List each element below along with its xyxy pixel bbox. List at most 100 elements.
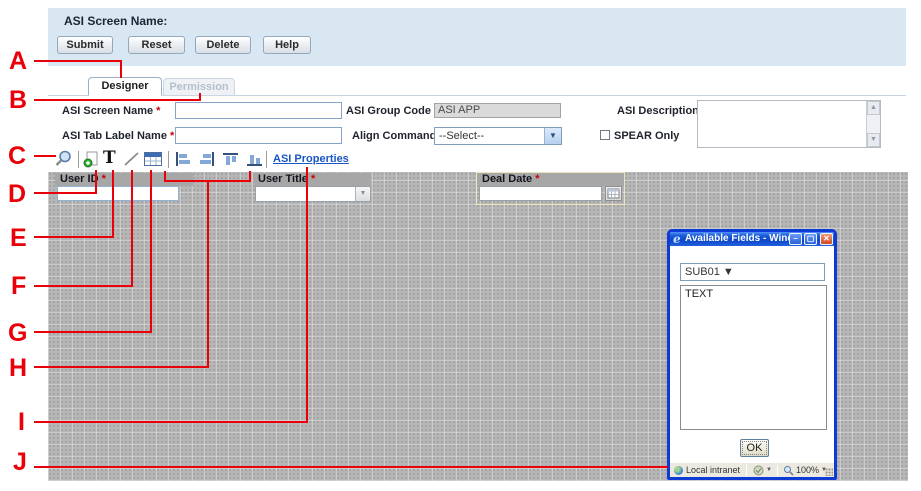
annotation-line-d: [34, 192, 97, 194]
annotation-line-h: [207, 181, 209, 368]
spear-only-label: SPEAR Only: [614, 130, 679, 142]
annotation-letter-f: F: [11, 272, 26, 301]
asi-properties-link[interactable]: ASI Properties: [273, 153, 349, 165]
zoom-level-icon[interactable]: [783, 465, 794, 476]
page-title: ASI Screen Name:: [64, 14, 167, 28]
annotation-line-h: [34, 366, 209, 368]
chevron-down-icon[interactable]: ▼: [544, 128, 561, 144]
canvas-field-label-user-title: User Title *: [253, 173, 371, 186]
toolbar-separator: [168, 151, 169, 168]
tab-designer[interactable]: Designer: [88, 77, 162, 96]
scroll-up-icon[interactable]: ▲: [867, 101, 880, 115]
annotation-letter-c: C: [8, 142, 26, 171]
annotation-line-h: [164, 171, 166, 181]
protected-mode-icon[interactable]: [753, 465, 764, 476]
available-fields-dropdown[interactable]: SUB01 ▼: [680, 263, 825, 281]
description-label: ASI Description: [617, 105, 699, 117]
annotation-line-h: [164, 180, 251, 182]
toolbar-separator: [78, 151, 79, 168]
zoom-icon[interactable]: [54, 149, 73, 168]
help-button[interactable]: Help: [263, 36, 311, 54]
statusbar-separator: [746, 465, 747, 476]
header-bar: ASI Screen Name: Submit Reset Delete Hel…: [48, 8, 906, 66]
annotation-letter-g: G: [8, 319, 27, 348]
reset-button[interactable]: Reset: [128, 36, 185, 54]
popup-title-bar[interactable]: e Available Fields - Wind... – ▢ ✕: [670, 232, 834, 246]
table-tool-icon[interactable]: [144, 152, 162, 166]
tab-label-name-input[interactable]: [175, 127, 342, 144]
tab-label-name-label: ASI Tab Label Name *: [62, 130, 174, 142]
canvas-user-title-select[interactable]: ▼: [255, 186, 371, 202]
chevron-down-icon[interactable]: ▼: [723, 266, 734, 278]
annotation-line-f: [34, 285, 133, 287]
align-command-label: Align Command: [352, 130, 436, 142]
screen-name-input[interactable]: [175, 102, 342, 119]
close-button[interactable]: ✕: [820, 233, 833, 245]
spear-only-checkbox[interactable]: [600, 130, 610, 140]
minimize-button[interactable]: –: [789, 233, 802, 245]
internet-explorer-icon: e: [673, 232, 681, 246]
dropdown-value: SUB01: [685, 266, 720, 278]
annotation-line-g: [150, 170, 152, 333]
zone-label: Local intranet: [686, 465, 740, 475]
zoom-level-value[interactable]: 100%: [796, 465, 819, 475]
align-top-icon[interactable]: [223, 152, 238, 167]
annotation-line-g: [34, 331, 152, 333]
text-tool-icon[interactable]: T: [103, 149, 116, 167]
annotation-letter-b: B: [9, 86, 27, 115]
resize-grip[interactable]: [825, 468, 833, 476]
required-asterisk: *: [156, 105, 160, 117]
app-screen: ASI Screen Name: Submit Reset Delete Hel…: [0, 0, 921, 491]
chevron-down-icon[interactable]: ▼: [766, 467, 772, 473]
description-textarea[interactable]: ▲ ▼: [697, 100, 881, 148]
screen-name-label: ASI Screen Name *: [62, 105, 160, 117]
annotation-letter-e: E: [10, 224, 27, 253]
annotation-line-j: [34, 466, 668, 468]
toolbar-separator: [266, 151, 267, 168]
group-code-label: ASI Group Code: [346, 105, 431, 117]
annotation-letter-j: J: [13, 448, 27, 477]
available-fields-window[interactable]: e Available Fields - Wind... – ▢ ✕ SUB01…: [667, 229, 837, 480]
annotation-line-e: [112, 170, 114, 238]
required-asterisk: *: [170, 130, 174, 142]
maximize-button[interactable]: ▢: [804, 233, 817, 245]
required-asterisk: *: [311, 173, 315, 185]
align-bottom-icon[interactable]: [247, 152, 262, 167]
annotation-line-f: [131, 170, 133, 287]
align-left-icon[interactable]: [175, 152, 191, 166]
align-command-value: --Select--: [439, 130, 484, 142]
align-command-select[interactable]: --Select-- ▼: [434, 127, 562, 145]
available-fields-listbox[interactable]: TEXT: [680, 285, 827, 430]
annotation-line-i: [34, 421, 308, 423]
submit-button[interactable]: Submit: [57, 36, 113, 54]
annotation-line-d: [95, 170, 97, 194]
canvas-field-label-deal-date: Deal Date *: [477, 173, 624, 186]
ok-button[interactable]: OK: [740, 439, 769, 457]
description-scrollbar[interactable]: ▲ ▼: [866, 101, 880, 147]
scroll-down-icon[interactable]: ▼: [867, 133, 880, 147]
required-asterisk: *: [535, 173, 539, 185]
group-code-field: ASI APP: [434, 103, 561, 118]
popup-status-bar: Local intranet ▼ 100% ▼: [670, 462, 834, 477]
annotation-letter-d: D: [8, 180, 26, 209]
canvas-deal-date-input[interactable]: [479, 186, 602, 201]
add-field-icon[interactable]: [83, 151, 99, 168]
calendar-icon[interactable]: [605, 186, 622, 201]
statusbar-separator: [777, 465, 778, 476]
annotation-letter-i: I: [18, 408, 25, 437]
align-right-icon[interactable]: [199, 152, 215, 166]
annotation-line-c: [34, 155, 56, 157]
annotation-line-a: [34, 60, 122, 62]
intranet-zone-icon: [674, 466, 683, 475]
annotation-line-b: [34, 99, 201, 101]
annotation-letter-a: A: [9, 47, 27, 76]
annotation-letter-h: H: [9, 354, 27, 383]
delete-button[interactable]: Delete: [195, 36, 251, 54]
annotation-line-b: [199, 93, 201, 101]
list-item[interactable]: TEXT: [685, 288, 822, 300]
required-asterisk: *: [102, 173, 106, 185]
annotation-line-e: [34, 236, 114, 238]
line-tool-icon[interactable]: [123, 151, 140, 167]
chevron-down-icon[interactable]: ▼: [355, 187, 370, 201]
annotation-line-a: [120, 60, 122, 78]
